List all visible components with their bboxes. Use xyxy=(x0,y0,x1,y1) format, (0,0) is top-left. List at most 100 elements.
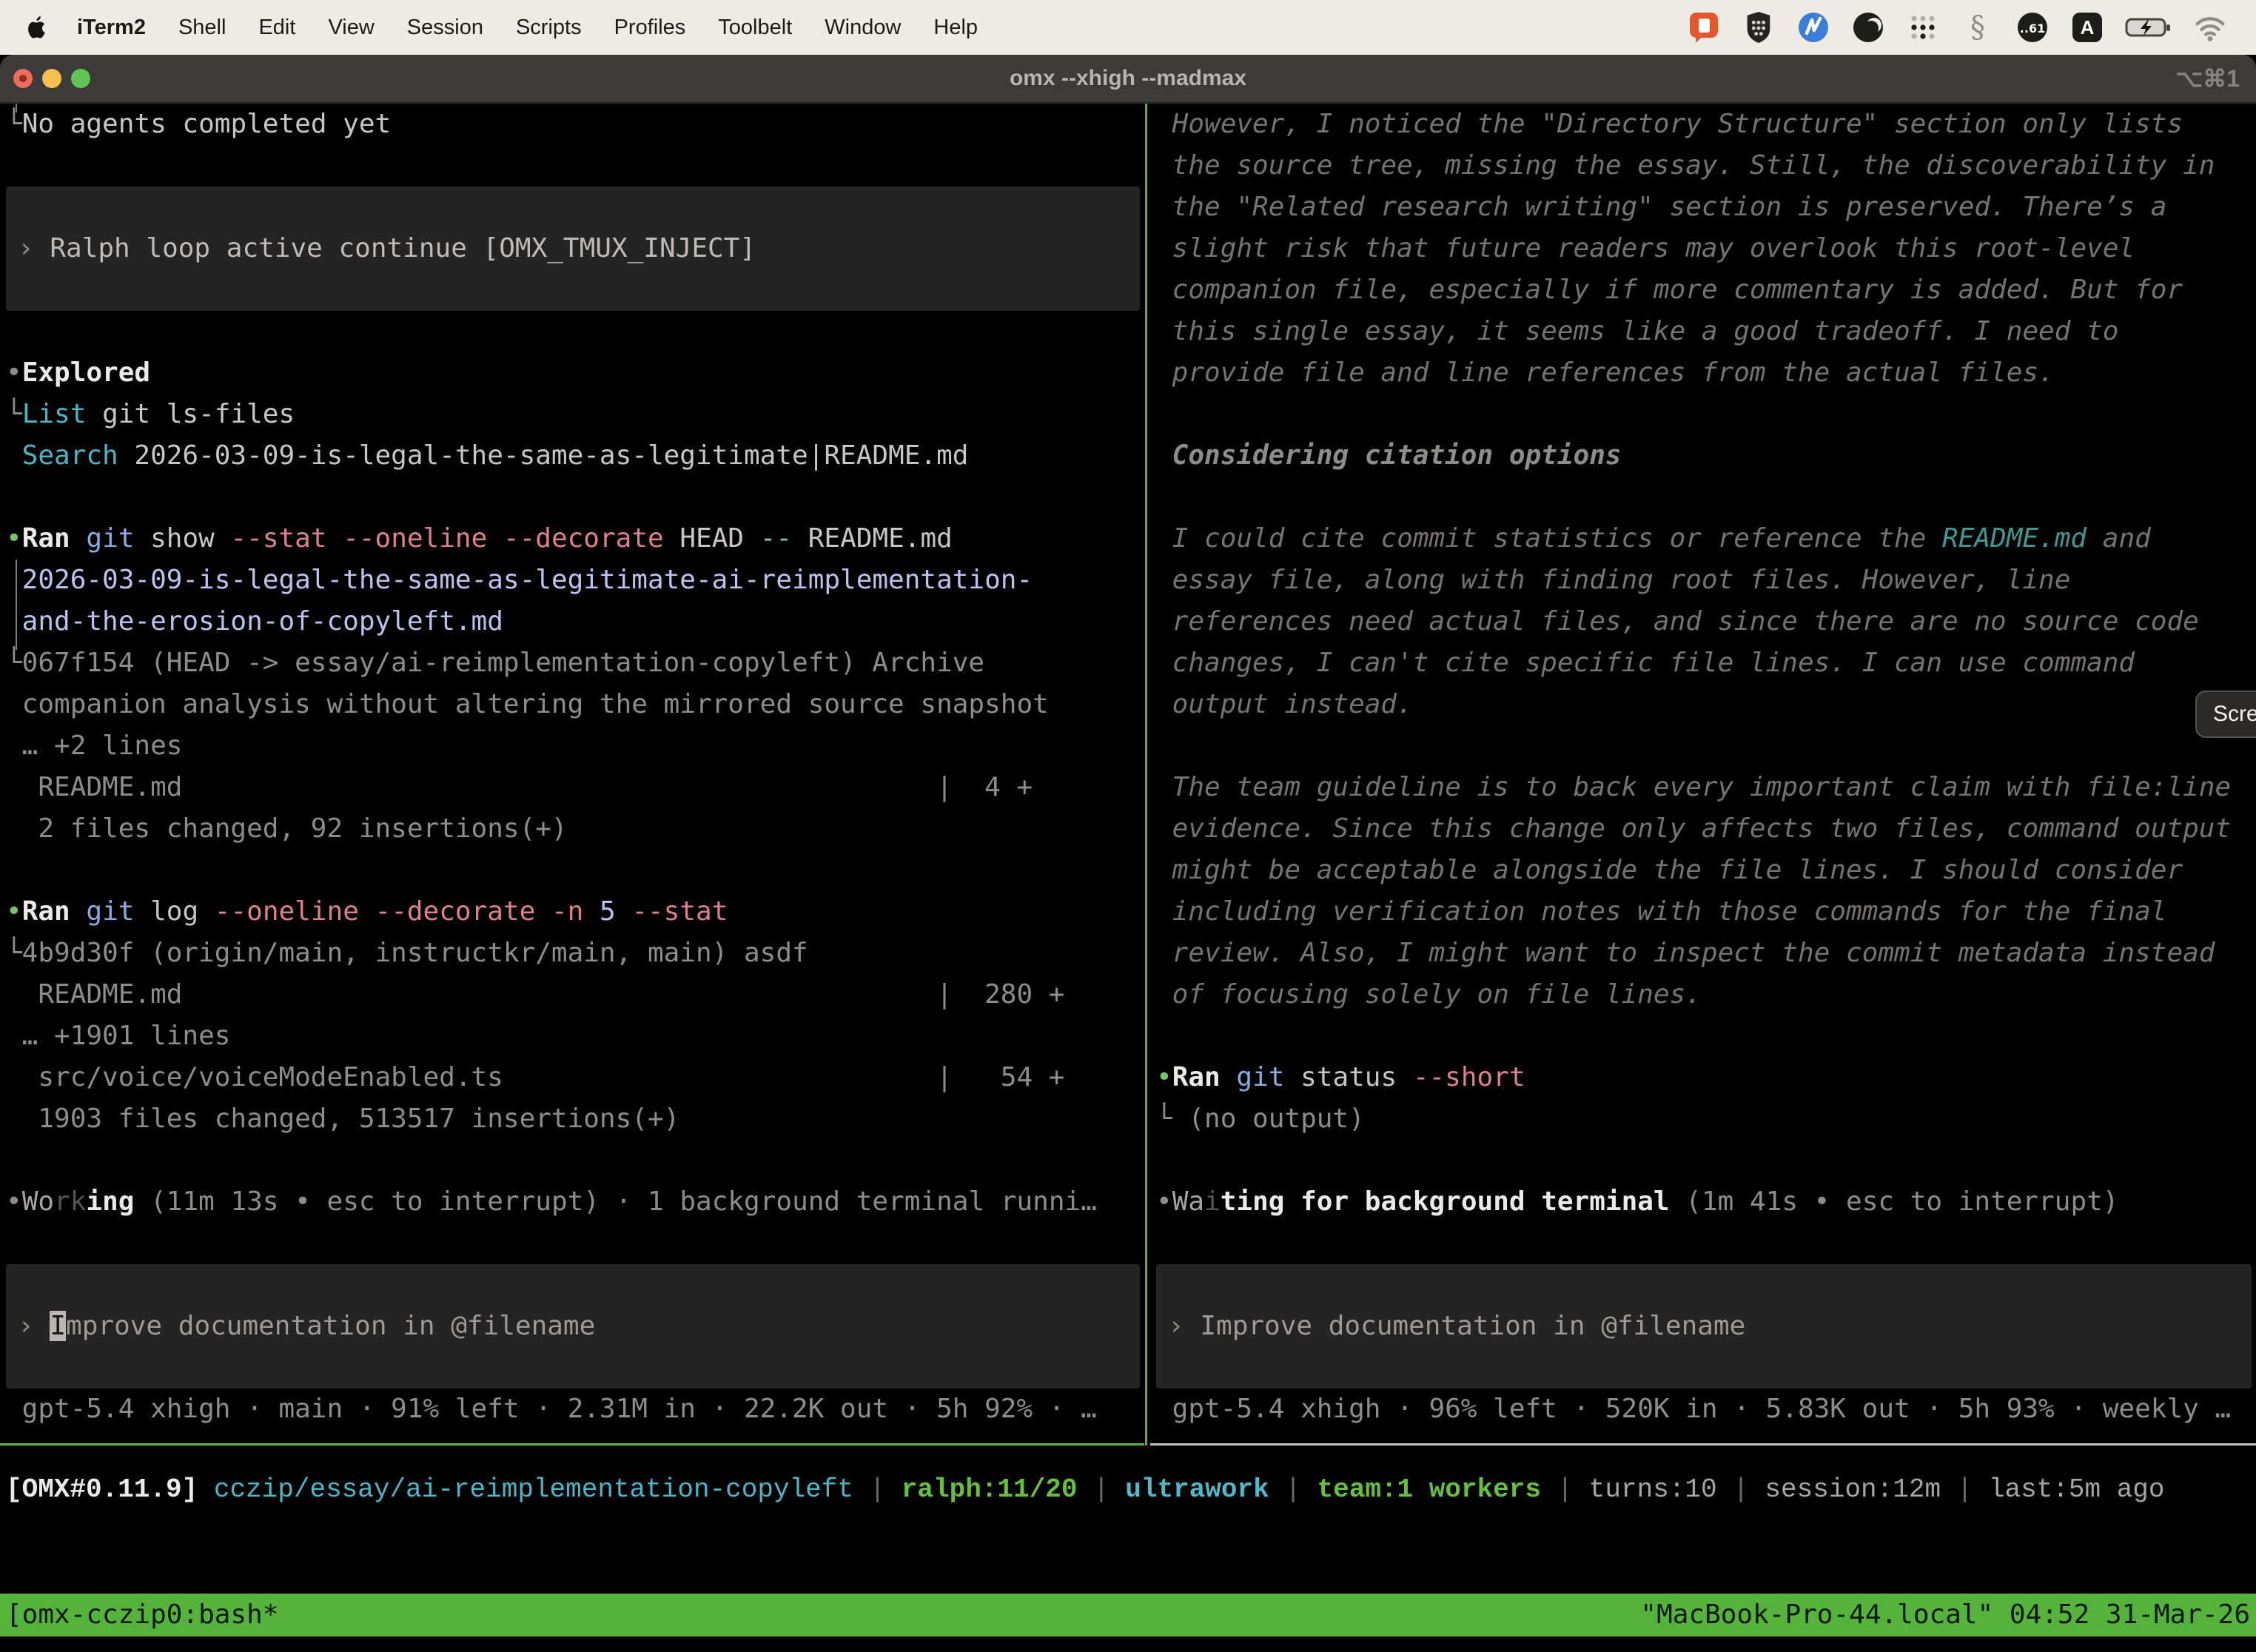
terminal-row: src/voice/voiceModeEnabled.ts | 54 + xyxy=(0,1057,1144,1098)
menu-view[interactable]: View xyxy=(328,16,374,40)
terminal-row: └067f154 (HEAD -> essay/ai-reimplementat… xyxy=(0,642,1144,684)
terminal-row: … +2 lines xyxy=(0,725,1144,767)
terminal-row: README.md | 280 + xyxy=(0,974,1144,1015)
terminal-row xyxy=(1150,477,2256,518)
menu-scripts[interactable]: Scripts xyxy=(516,16,582,40)
terminal-row: Considering citation options xyxy=(1150,435,2256,477)
chat-bubble-icon[interactable] xyxy=(1686,10,1722,45)
screen-sharing-overlay-label: Scre xyxy=(2213,702,2256,727)
terminal-row: 2 files changed, 92 insertions(+) xyxy=(0,808,1144,850)
terminal-row xyxy=(0,145,1144,187)
pane-bottom-border-inactive xyxy=(1150,1443,2256,1446)
terminal-row xyxy=(0,1140,1144,1181)
menu-toolbelt[interactable]: Toolbelt xyxy=(718,16,792,40)
terminal-row: Search 2026-03-09-is-legal-the-same-as-l… xyxy=(0,435,1144,477)
terminal-row xyxy=(1150,1140,2256,1181)
menu-window[interactable]: Window xyxy=(825,16,901,40)
tmux-status-bar: [omx-cczip0:bash* "MacBook-Pro-44.local"… xyxy=(0,1594,2256,1636)
tmux-pane-left[interactable]: └No agents completed yet › Ralph loop ac… xyxy=(0,104,1144,1430)
terminal-row: and-the-erosion-of-copyleft.md xyxy=(0,601,1144,642)
menu-edit[interactable]: Edit xyxy=(258,16,295,40)
omx-status-line: [OMX#0.11.9] cczip/essay/ai-reimplementa… xyxy=(0,1469,2256,1511)
terminal-row: README.md | 4 + xyxy=(0,767,1144,808)
prompt-input-right[interactable]: › Improve documentation in @filename xyxy=(1156,1264,2252,1389)
terminal-row: the source tree, missing the essay. Stil… xyxy=(1150,145,2256,187)
terminal-row: review. Also, I might want to inspect th… xyxy=(1150,933,2256,974)
terminal-row: changes, I can't cite specific file line… xyxy=(1150,642,2256,684)
terminal-row: evidence. Since this change only affects… xyxy=(1150,808,2256,850)
menu-session[interactable]: Session xyxy=(407,16,483,40)
terminal-row: 2026-03-09-is-legal-the-same-as-legitima… xyxy=(0,560,1144,601)
session-status-left: gpt-5.4 xhigh · main · 91% left · 2.31M … xyxy=(0,1389,1144,1430)
terminal-row: •Ran git show --stat --oneline --decorat… xyxy=(0,518,1144,560)
terminal-row: slight risk that future readers may over… xyxy=(1150,228,2256,269)
session-status-right: gpt-5.4 xhigh · 96% left · 520K in · 5.8… xyxy=(1150,1389,2256,1430)
terminal-row: I could cite commit statistics or refere… xyxy=(1150,518,2256,560)
tree-connector-top xyxy=(16,104,17,113)
blue-zigzag-icon[interactable] xyxy=(1796,10,1831,45)
terminal-row xyxy=(0,850,1144,891)
menu-bar: iTerm2 Shell Edit View Session Scripts P… xyxy=(0,0,2256,55)
terminal-row: the "Related research writing" section i… xyxy=(1150,187,2256,228)
terminal-row: essay file, along with finding root file… xyxy=(1150,560,2256,601)
crescent-moon-icon[interactable] xyxy=(1850,10,1886,45)
tmux-pane-divider[interactable] xyxy=(1145,104,1147,1446)
wifi-icon[interactable] xyxy=(2192,10,2228,45)
terminal-row: references need actual files, and since … xyxy=(1150,601,2256,642)
menu-app-name[interactable]: iTerm2 xyxy=(77,16,146,40)
terminal-row: •Ran git status --short xyxy=(1150,1057,2256,1098)
menu-profiles[interactable]: Profiles xyxy=(614,16,686,40)
terminal-row: might be acceptable alongside the file l… xyxy=(1150,850,2256,891)
terminal-row xyxy=(0,477,1144,518)
battery-61-icon[interactable]: ..61 xyxy=(2015,10,2050,45)
terminal-row xyxy=(1150,725,2256,767)
keyboard-layout-icon[interactable]: A xyxy=(2069,10,2105,45)
agent-log-left: •Explored└List git ls-files Search 2026-… xyxy=(0,311,1144,1264)
terminal-row xyxy=(1150,394,2256,435)
svg-text:A: A xyxy=(2081,16,2095,38)
terminal-row: provide file and line references from th… xyxy=(1150,352,2256,394)
screen-sharing-overlay[interactable]: Scre xyxy=(2195,691,2256,738)
apple-icon xyxy=(25,14,47,41)
terminal-row xyxy=(1150,1015,2256,1057)
terminal-row: The team guideline is to back every impo… xyxy=(1150,767,2256,808)
squiggle-icon[interactable]: § xyxy=(1960,10,1995,45)
terminal-row: including verification notes with those … xyxy=(1150,891,2256,933)
apple-menu[interactable] xyxy=(25,14,47,41)
screen: { "colors":{ "accent_green":"#55b33b","c… xyxy=(0,0,2256,1652)
terminal-row: └No agents completed yet xyxy=(0,104,1144,145)
window-title-bar[interactable]: omx --xhigh --madmax ⌥⌘1 xyxy=(0,55,2256,104)
window-shortcut-badge: ⌥⌘1 xyxy=(2175,55,2240,102)
tmux-host-clock: "MacBook-Pro-44.local" 04:52 31-Mar-26 xyxy=(1640,1594,2250,1636)
terminal-row: companion file, especially if more comme… xyxy=(1150,269,2256,311)
terminal-row: output instead. xyxy=(1150,684,2256,725)
svg-text:..61: ..61 xyxy=(2020,21,2045,36)
menu-help[interactable]: Help xyxy=(933,16,978,40)
dots-grid-icon[interactable] xyxy=(1905,10,1941,45)
terminal-row: gpt-5.4 xhigh · main · 91% left · 2.31M … xyxy=(0,1389,1144,1430)
terminal-row: •Explored xyxy=(0,352,1144,394)
prompt-input-left[interactable]: › Improve documentation in @filename xyxy=(6,1264,1140,1389)
badge-grid-icon[interactable] xyxy=(1741,10,1776,45)
tmux-pane-right[interactable]: However, I noticed the "Directory Struct… xyxy=(1150,104,2256,1430)
terminal-row: •Working (11m 13s • esc to interrupt) · … xyxy=(0,1181,1144,1223)
terminal-row: this single essay, it seems like a good … xyxy=(1150,311,2256,352)
tmux-session-label[interactable]: [omx-cczip0:bash* xyxy=(6,1594,278,1636)
battery-icon[interactable] xyxy=(2124,10,2173,45)
terminal-row: of focusing solely on file lines. xyxy=(1150,974,2256,1015)
agent-log-left-top: └No agents completed yet xyxy=(0,104,1144,187)
prompt-history-text: › Ralph loop active continue [OMX_TMUX_I… xyxy=(6,228,1140,269)
terminal-row xyxy=(0,1223,1144,1264)
menu-shell[interactable]: Shell xyxy=(178,16,226,40)
agent-log-right: However, I noticed the "Directory Struct… xyxy=(1150,104,2256,1264)
terminal-row: gpt-5.4 xhigh · 96% left · 520K in · 5.8… xyxy=(1150,1389,2256,1430)
terminal-row: However, I noticed the "Directory Struct… xyxy=(1150,104,2256,145)
terminal-row xyxy=(1150,1223,2256,1264)
terminal-row: └4b9d30f (origin/main, instructkr/main, … xyxy=(0,933,1144,974)
pane-bottom-border-active xyxy=(0,1443,1144,1446)
prompt-history-box-left[interactable]: › Ralph loop active continue [OMX_TMUX_I… xyxy=(6,187,1140,311)
prompt-input-text-left: › Improve documentation in @filename xyxy=(6,1306,1140,1347)
window-title: omx --xhigh --madmax xyxy=(0,55,2256,102)
terminal-row xyxy=(0,311,1144,352)
prompt-input-text-right: › Improve documentation in @filename xyxy=(1156,1306,2252,1347)
